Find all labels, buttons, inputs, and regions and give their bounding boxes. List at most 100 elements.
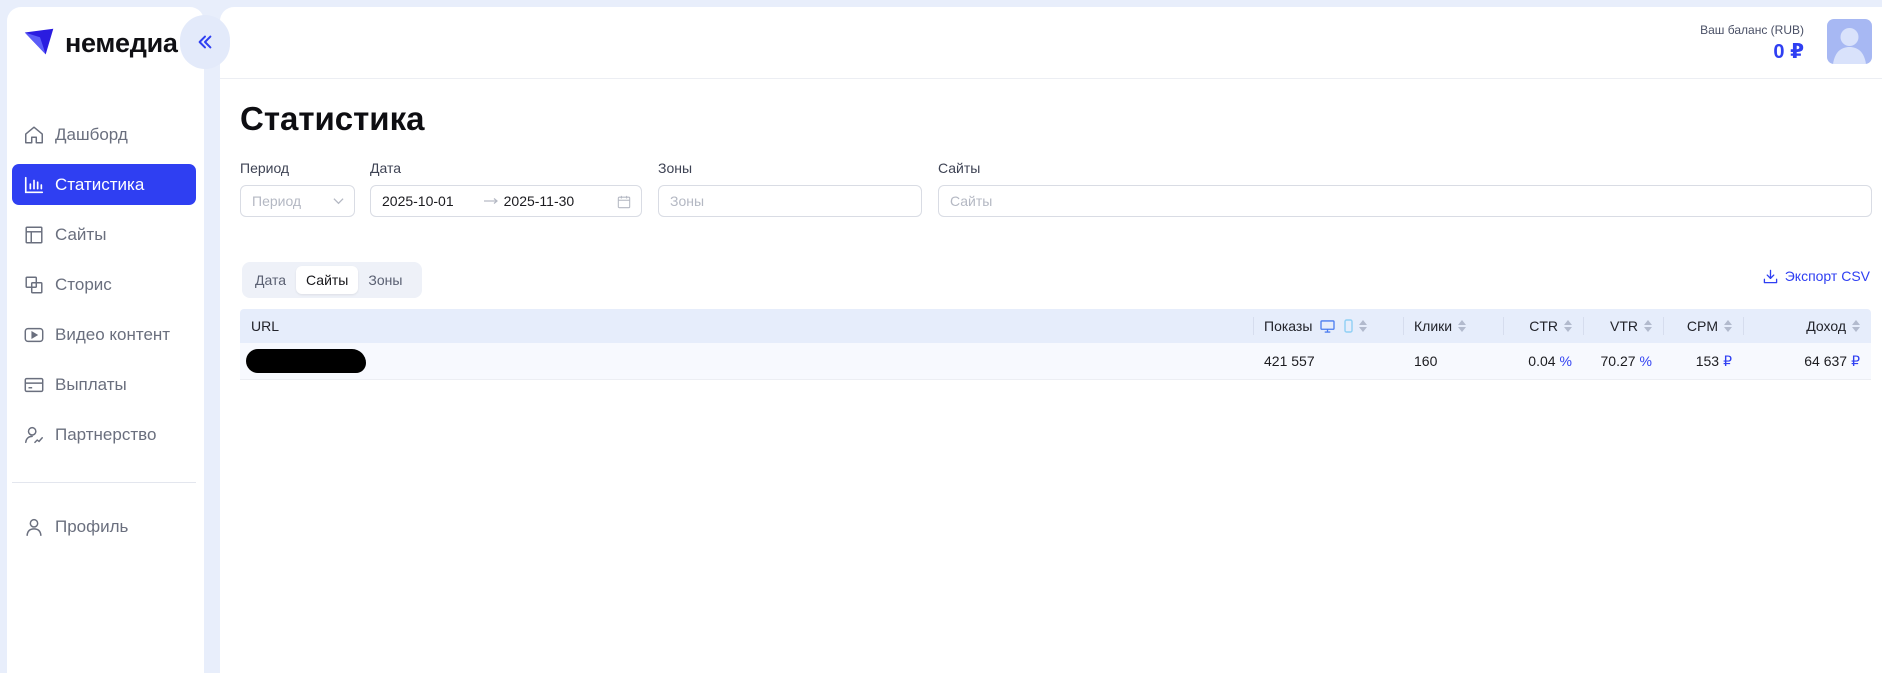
cell-cpm-value: 153	[1695, 353, 1720, 369]
page-title: Статистика	[240, 100, 425, 137]
sort-icon[interactable]	[1359, 320, 1368, 332]
bar-chart-icon	[24, 176, 44, 193]
sites-select[interactable]: Сайты	[938, 185, 1872, 217]
date-range-picker[interactable]: 2025-10-01 2025-11-30	[370, 185, 642, 217]
sidebar-item-partnership[interactable]: Партнерство	[12, 414, 196, 455]
date-filter-label: Дата	[370, 160, 402, 176]
zones-select-placeholder: Зоны	[670, 193, 705, 209]
statistics-table: URL Показы Клики CTR VTR CPM Доход 421 5…	[240, 309, 1871, 380]
sidebar: немедиа Дашборд Статистика Сайты Сторис …	[7, 7, 204, 673]
sidebar-item-label: Сайты	[55, 224, 107, 244]
chevrons-left-icon	[198, 35, 212, 49]
sidebar-item-payouts[interactable]: Выплаты	[12, 364, 196, 405]
cell-vtr-value: 70.27	[1600, 353, 1636, 369]
balance-label: Ваш баланс (RUB)	[1700, 23, 1804, 37]
export-csv-button[interactable]: Экспорт CSV	[1763, 268, 1870, 284]
wallet-icon	[24, 377, 44, 392]
arrow-right-icon	[483, 198, 498, 204]
cell-vtr: 70.27%	[1583, 343, 1663, 379]
period-select[interactable]: Период	[240, 185, 355, 217]
stories-icon	[25, 275, 43, 294]
download-icon	[1763, 269, 1777, 283]
cell-cpm: 153 ₽	[1663, 343, 1743, 379]
cell-revenue-unit: ₽	[1851, 352, 1860, 369]
sidebar-item-label: Партнерство	[55, 424, 157, 444]
export-csv-label: Экспорт CSV	[1784, 268, 1870, 284]
column-header-ctr[interactable]: CTR	[1503, 309, 1583, 343]
column-header-url[interactable]: URL	[240, 309, 1253, 343]
collapse-sidebar-button[interactable]	[180, 15, 230, 69]
column-header-label: VTR	[1610, 318, 1638, 334]
mobile-icon[interactable]	[1344, 319, 1354, 333]
logo[interactable]: немедиа	[21, 24, 178, 62]
column-header-label: Клики	[1414, 318, 1453, 334]
period-select-placeholder: Период	[252, 193, 302, 209]
sites-select-placeholder: Сайты	[950, 193, 993, 209]
sidebar-divider	[12, 482, 196, 483]
sidebar-item-label: Профиль	[55, 516, 129, 536]
sort-icon[interactable]	[1458, 320, 1467, 332]
video-icon	[24, 327, 44, 342]
cell-ctr-unit: %	[1559, 353, 1572, 369]
column-header-label: Показы	[1264, 318, 1313, 334]
user-icon	[26, 518, 42, 536]
cell-vtr-unit: %	[1639, 353, 1652, 369]
avatar-user-icon	[1833, 28, 1866, 64]
sort-icon[interactable]	[1852, 320, 1860, 332]
column-header-impressions[interactable]: Показы	[1253, 309, 1403, 343]
sidebar-item-statistics[interactable]: Статистика	[12, 164, 196, 205]
balance-value: 0 ₽	[1773, 41, 1804, 63]
cell-revenue-value: 64 637	[1804, 353, 1848, 369]
sidebar-profile-section: Профиль	[12, 506, 196, 556]
cell-cpm-unit: ₽	[1723, 352, 1732, 369]
partners-icon	[25, 426, 43, 443]
logo-icon	[24, 28, 54, 55]
column-header-vtr[interactable]: VTR	[1583, 309, 1663, 343]
tab-sites[interactable]: Сайты	[296, 266, 359, 294]
column-header-clicks[interactable]: Клики	[1403, 309, 1503, 343]
sidebar-item-label: Статистика	[55, 174, 145, 194]
column-header-label: CTR	[1529, 318, 1558, 334]
avatar[interactable]	[1827, 19, 1872, 64]
sort-icon[interactable]	[1644, 320, 1652, 332]
column-header-revenue[interactable]: Доход	[1743, 309, 1871, 343]
sidebar-item-video-content[interactable]: Видео контент	[12, 314, 196, 355]
sidebar-item-label: Видео контент	[55, 324, 171, 344]
sidebar-nav: Дашборд Статистика Сайты Сторис Видео ко…	[12, 114, 196, 464]
sidebar-item-sites[interactable]: Сайты	[12, 214, 196, 255]
column-header-label: CPM	[1686, 318, 1718, 334]
cell-clicks: 160	[1414, 353, 1438, 369]
grouping-tabs: Дата Сайты Зоны	[242, 262, 422, 298]
sidebar-item-stories[interactable]: Сторис	[12, 264, 196, 305]
sidebar-item-dashboard[interactable]: Дашборд	[12, 114, 196, 155]
layout-icon	[25, 225, 43, 244]
period-filter-label: Период	[240, 160, 290, 176]
cell-ctr-value: 0.04	[1528, 353, 1556, 369]
table-row[interactable]: 421 557 160 0.04% 70.27% 153 ₽ 64 637 ₽	[240, 343, 1871, 380]
cell-revenue: 64 637 ₽	[1743, 343, 1871, 379]
date-to-value[interactable]: 2025-11-30	[504, 193, 575, 209]
chevron-down-icon	[333, 198, 344, 205]
sites-filter-label: Сайты	[938, 160, 981, 176]
desktop-icon[interactable]	[1320, 319, 1336, 333]
column-header-label: Доход	[1806, 318, 1846, 334]
main-content: Ваш баланс (RUB) 0 ₽ Статистика Период П…	[220, 7, 1882, 673]
tab-zones[interactable]: Зоны	[358, 266, 412, 294]
cell-impressions: 421 557	[1264, 353, 1315, 369]
home-icon	[25, 125, 43, 144]
zones-filter-label: Зоны	[658, 160, 693, 176]
date-from-value[interactable]: 2025-10-01	[382, 193, 454, 209]
cell-ctr: 0.04%	[1503, 343, 1583, 379]
sort-icon[interactable]	[1724, 320, 1732, 332]
table-header: URL Показы Клики CTR VTR CPM Доход	[240, 309, 1871, 343]
sort-icon[interactable]	[1564, 320, 1572, 332]
column-header-label: URL	[251, 318, 280, 334]
column-header-cpm[interactable]: CPM	[1663, 309, 1743, 343]
sidebar-item-profile[interactable]: Профиль	[12, 506, 196, 547]
sidebar-item-label: Сторис	[55, 274, 112, 294]
tab-date[interactable]: Дата	[245, 266, 296, 294]
top-header: Ваш баланс (RUB) 0 ₽	[220, 7, 1882, 79]
zones-select[interactable]: Зоны	[658, 185, 922, 217]
redacted-url	[246, 349, 366, 373]
cell-url	[240, 343, 1253, 379]
